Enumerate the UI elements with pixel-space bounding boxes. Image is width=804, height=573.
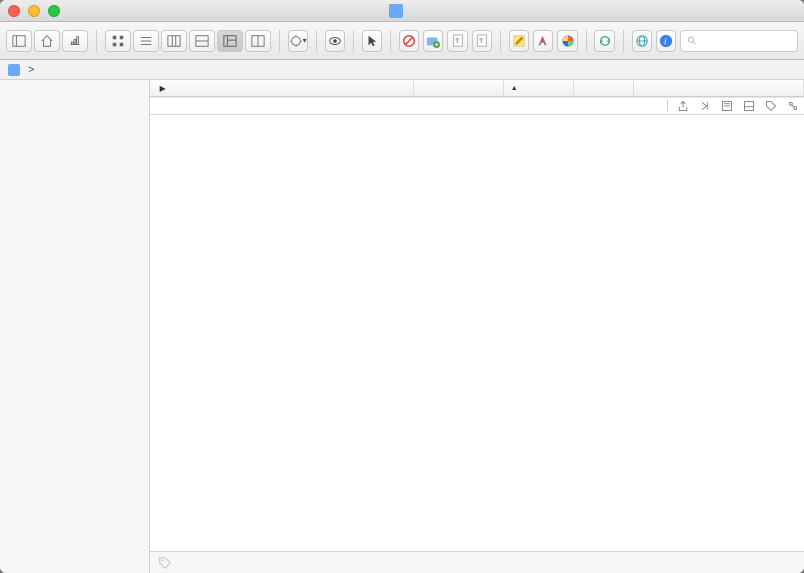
separator — [390, 30, 391, 52]
new-group-button[interactable] — [423, 30, 443, 52]
col-name[interactable]: ▶ — [150, 80, 414, 96]
separator — [96, 30, 97, 52]
separator — [586, 30, 587, 52]
database-icon — [8, 64, 20, 76]
see-also-icon[interactable] — [786, 100, 800, 112]
home-button[interactable] — [34, 30, 60, 52]
cursor-button[interactable] — [362, 30, 382, 52]
reveal-icon[interactable] — [698, 100, 712, 112]
sorter-button[interactable] — [62, 30, 88, 52]
separator — [279, 30, 280, 52]
separator — [500, 30, 501, 52]
document-icon — [389, 4, 403, 18]
preview-down-icon[interactable] — [742, 100, 756, 112]
tag-view-icon[interactable] — [764, 100, 778, 112]
file-list[interactable]: ▶ ▲ — [150, 80, 804, 115]
search-input[interactable] — [702, 35, 791, 47]
separator — [623, 30, 624, 52]
view-split-h-button[interactable] — [189, 30, 215, 52]
svg-text:T: T — [479, 37, 483, 44]
path-sep: > — [28, 64, 34, 76]
view-columns-button[interactable] — [161, 30, 187, 52]
new-rtf-button[interactable]: T — [447, 30, 467, 52]
col-modified[interactable] — [414, 80, 504, 96]
tag-bar[interactable] — [150, 551, 804, 573]
action-menu-button[interactable]: ▾ — [288, 30, 308, 52]
delete-button[interactable] — [399, 30, 419, 52]
toolbar: ▾ T T i — [0, 22, 804, 60]
main-area: ▶ ▲ — [0, 80, 804, 573]
text-view-icon[interactable] — [720, 100, 734, 112]
view-split-v-button[interactable] — [245, 30, 271, 52]
svg-text:T: T — [455, 37, 459, 44]
col-kind[interactable]: ▲ — [504, 80, 574, 96]
search-field[interactable] — [680, 30, 798, 52]
window-title — [389, 4, 415, 18]
quicklook-button[interactable] — [325, 30, 345, 52]
zoom-window-button[interactable] — [48, 5, 60, 17]
edit-button[interactable] — [509, 30, 529, 52]
col-url[interactable] — [634, 80, 804, 96]
info-button[interactable]: i — [656, 30, 676, 52]
sync-button[interactable] — [594, 30, 614, 52]
colors-button[interactable] — [557, 30, 577, 52]
content-pane: ▶ ▲ — [150, 80, 804, 573]
fonts-button[interactable] — [533, 30, 553, 52]
view-three-pane-button[interactable] — [217, 30, 243, 52]
close-window-button[interactable] — [8, 5, 20, 17]
share-icon[interactable] — [676, 100, 690, 112]
search-icon — [687, 35, 697, 47]
separator — [316, 30, 317, 52]
web-button[interactable] — [632, 30, 652, 52]
app-window: ▾ T T i > ▶ — [0, 0, 804, 573]
window-controls — [8, 5, 60, 17]
preview-pane[interactable] — [150, 115, 804, 551]
sidebar-toggle-button[interactable] — [6, 30, 32, 52]
tag-icon — [158, 556, 172, 570]
path-bar[interactable]: > — [0, 60, 804, 80]
titlebar — [0, 0, 804, 22]
file-list-header[interactable]: ▶ ▲ — [150, 80, 804, 97]
new-formatted-note-button[interactable]: T — [472, 30, 492, 52]
minimize-window-button[interactable] — [28, 5, 40, 17]
view-list-button[interactable] — [133, 30, 159, 52]
file-list-footer — [150, 97, 804, 114]
view-icons-button[interactable] — [105, 30, 131, 52]
separator — [353, 30, 354, 52]
col-size[interactable] — [574, 80, 634, 96]
sidebar[interactable] — [0, 80, 150, 573]
